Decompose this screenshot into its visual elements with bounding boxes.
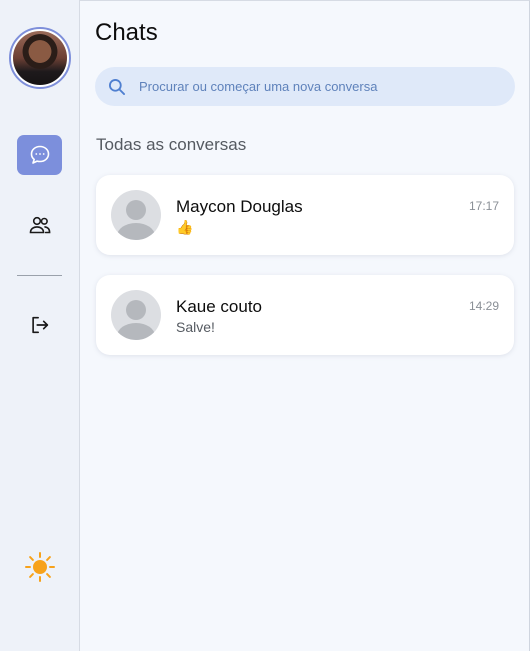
contact-avatar [111, 190, 161, 240]
search-bar[interactable] [95, 67, 515, 106]
users-icon [29, 216, 50, 234]
chat-item[interactable]: Kaue couto Salve! 14:29 [96, 275, 514, 355]
chat-time: 14:29 [468, 299, 499, 313]
logout-icon [31, 316, 48, 334]
search-icon [109, 78, 126, 95]
chat-list-panel: Chats Todas as conversas Maycon Douglas … [80, 0, 530, 651]
section-title: Todas as conversas [96, 135, 247, 154]
logout-button[interactable] [17, 305, 62, 345]
search-input[interactable] [139, 79, 499, 94]
chat-last-message: 👍 [176, 219, 194, 235]
chat-name: Kaue couto [176, 297, 263, 316]
chat-time: 17:17 [468, 199, 499, 213]
sidebar [0, 0, 80, 651]
page-title: Chats [95, 19, 158, 46]
sidebar-divider [17, 275, 62, 276]
contact-avatar [111, 290, 161, 340]
chat-last-message: Salve! [176, 319, 215, 335]
chat-bubble-icon [30, 145, 49, 164]
contacts-nav-button[interactable] [17, 205, 62, 245]
theme-toggle-button[interactable] [24, 551, 56, 583]
avatar-photo [13, 31, 67, 85]
chat-name: Maycon Douglas [176, 197, 303, 216]
sun-icon [25, 552, 55, 582]
chat-item[interactable]: Maycon Douglas 👍 17:17 [96, 175, 514, 255]
chats-nav-button[interactable] [17, 135, 62, 175]
user-avatar[interactable] [9, 27, 71, 89]
